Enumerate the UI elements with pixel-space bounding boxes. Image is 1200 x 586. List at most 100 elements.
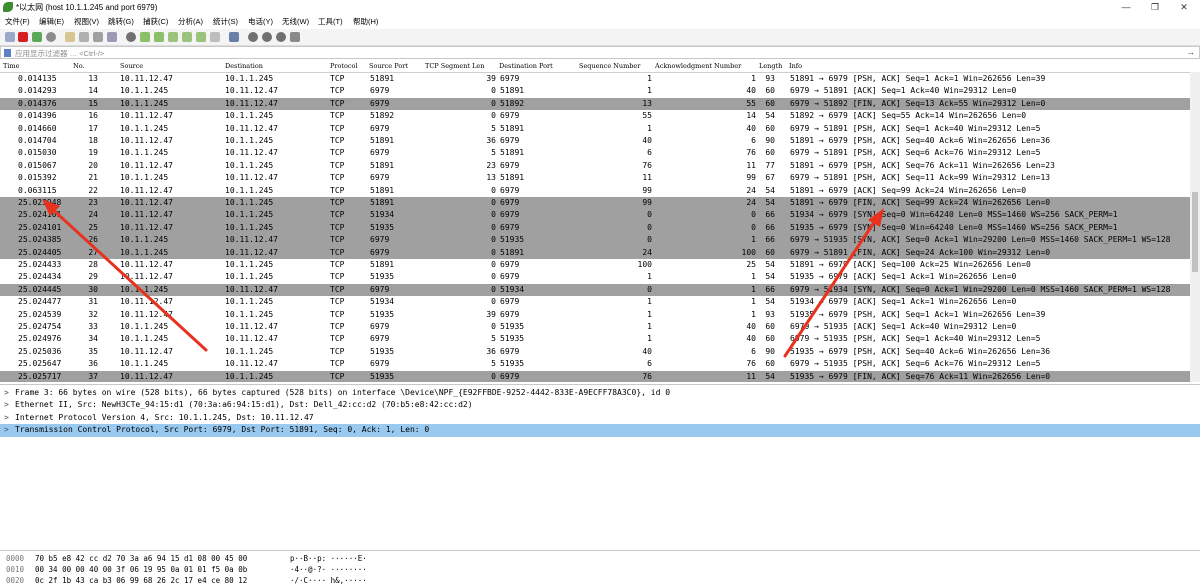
menu-analyze[interactable]: 分析(A): [178, 16, 203, 27]
expand-arrow-icon[interactable]: >: [4, 412, 9, 424]
cell-dport: 51892: [500, 98, 525, 108]
cell-ack: 40: [746, 123, 756, 133]
scrollbar-thumb[interactable]: [1192, 192, 1198, 272]
go-back-icon[interactable]: [140, 32, 150, 42]
last-packet-icon[interactable]: [196, 32, 206, 42]
close-file-icon[interactable]: [93, 32, 103, 42]
cell-ack: 55: [746, 98, 756, 108]
packet-row[interactable]: 25.024433 28 10.11.12.47 10.1.1.245 TCP 51891…: [0, 259, 1190, 272]
cell-info: 51935 → 6979 [FIN, ACK] Seq=76 Ack=11 Wi…: [790, 371, 1051, 381]
packet-row[interactable]: 25.025036 35 10.11.12.47 10.1.1.245 TCP 51935…: [0, 345, 1190, 359]
packet-row[interactable]: 0.014135 13 10.11.12.47 10.1.1.245 TCP 51891 3…: [0, 73, 1190, 86]
menu-telephony[interactable]: 电话(Y): [248, 16, 273, 27]
menu-help[interactable]: 帮助(H): [353, 16, 378, 27]
detail-ipv4[interactable]: > Internet Protocol Version 4, Src: 10.1…: [0, 412, 1200, 424]
menu-go[interactable]: 跳转(G): [108, 16, 134, 27]
expand-arrow-icon[interactable]: >: [4, 399, 9, 411]
menu-statistics[interactable]: 统计(S): [213, 16, 238, 27]
packet-row[interactable]: 25.024434 29 10.11.12.47 10.1.1.245 TCP 51935…: [0, 271, 1190, 284]
cell-dport: 6979: [500, 297, 520, 307]
zoom-out-icon[interactable]: [262, 32, 272, 42]
stop-capture-icon[interactable]: [18, 32, 28, 42]
save-file-icon[interactable]: [79, 32, 89, 42]
cell-src: 10.11.12.47: [120, 74, 173, 83]
packet-row[interactable]: 25.024405 27 10.1.1.245 10.11.12.47 TCP 6979 0…: [0, 246, 1190, 259]
col-info[interactable]: Info: [789, 62, 802, 70]
packet-row[interactable]: 0.014660 17 10.1.1.245 10.11.12.47 TCP 6979 5 5…: [0, 122, 1190, 135]
autoscroll-icon[interactable]: [210, 32, 220, 42]
menu-capture[interactable]: 捕获(C): [143, 16, 168, 27]
col-source-port[interactable]: Source Port: [369, 62, 408, 70]
col-ack-number[interactable]: Acknowledgment Number: [655, 62, 741, 70]
packet-row[interactable]: 0.015030 19 10.1.1.245 10.11.12.47 TCP 6979 5 5…: [0, 147, 1190, 160]
close-button[interactable]: ✕: [1170, 0, 1198, 14]
expand-arrow-icon[interactable]: >: [4, 387, 9, 399]
menu-view[interactable]: 视图(V): [74, 16, 99, 27]
menu-wireless[interactable]: 无线(W): [282, 16, 309, 27]
col-protocol[interactable]: Protocol: [330, 62, 358, 70]
bookmark-icon[interactable]: [4, 49, 11, 57]
apply-filter-arrow-icon[interactable]: →: [1186, 47, 1195, 57]
packet-row[interactable]: 25.024445 30 10.1.1.245 10.11.12.47 TCP 6979 0…: [0, 283, 1190, 297]
open-file-icon[interactable]: [65, 32, 75, 42]
detail-frame[interactable]: > Frame 3: 66 bytes on wire (528 bits), …: [0, 387, 1200, 399]
cell-sport: 51934: [370, 297, 395, 307]
packet-row[interactable]: 0.015067 20 10.11.12.47 10.1.1.245 TCP 51891 2…: [0, 159, 1190, 173]
packet-row[interactable]: 25.024101 24 10.11.12.47 10.1.1.245 TCP 51934…: [0, 209, 1190, 222]
cell-seglen: 0: [491, 247, 496, 257]
minimize-button[interactable]: —: [1112, 0, 1140, 14]
go-to-packet-icon[interactable]: [168, 32, 178, 42]
restart-capture-icon[interactable]: [32, 32, 42, 42]
col-tcp-segment-len[interactable]: TCP Segment Len: [425, 62, 484, 70]
cell-seq: 1: [647, 309, 652, 319]
cell-dport: 51891: [500, 247, 525, 257]
packet-bytes[interactable]: 0000 70 b5 e8 42 cc d2 70 3a a6 94 15 d1…: [0, 550, 1200, 585]
zoom-reset-icon[interactable]: [276, 32, 286, 42]
display-filter-bar[interactable]: 应用显示过滤器 … <Ctrl-/> →: [0, 46, 1200, 59]
colorize-icon[interactable]: [229, 32, 239, 42]
packet-details[interactable]: > Frame 3: 66 bytes on wire (528 bits), …: [0, 384, 1200, 543]
display-filter-input[interactable]: 应用显示过滤器 … <Ctrl-/>: [15, 48, 104, 59]
menu-edit[interactable]: 编辑(E): [39, 16, 64, 27]
packet-row[interactable]: 0.014376 15 10.1.1.245 10.11.12.47 TCP 6979 0 5…: [0, 97, 1190, 111]
first-packet-icon[interactable]: [182, 32, 192, 42]
menu-tools[interactable]: 工具(T): [318, 16, 343, 27]
detail-tcp[interactable]: > Transmission Control Protocol, Src Por…: [0, 424, 1200, 437]
packet-row[interactable]: 25.024101 25 10.11.12.47 10.1.1.245 TCP 51935…: [0, 221, 1190, 235]
zoom-in-icon[interactable]: [248, 32, 258, 42]
col-time[interactable]: Time: [3, 62, 19, 70]
col-source[interactable]: Source: [120, 62, 143, 70]
find-packet-icon[interactable]: [126, 32, 136, 42]
capture-options-icon[interactable]: [46, 32, 56, 42]
start-capture-icon[interactable]: [5, 32, 15, 42]
packet-row[interactable]: 25.025717 37 10.11.12.47 10.1.1.245 TCP 51935…: [0, 370, 1190, 382]
packet-row[interactable]: 0.014293 14 10.1.1.245 10.11.12.47 TCP 6979 0 5…: [0, 85, 1190, 98]
col-sequence-number[interactable]: Sequence Number: [579, 62, 640, 70]
detail-ethernet[interactable]: > Ethernet II, Src: NewH3CTe_94:15:d1 (7…: [0, 399, 1200, 411]
col-destination[interactable]: Destination: [225, 62, 263, 70]
menu-file[interactable]: 文件(F): [5, 16, 30, 27]
col-length[interactable]: Length: [759, 62, 782, 70]
col-destination-port[interactable]: Destination Port: [499, 62, 553, 70]
cell-no: 18: [88, 136, 98, 145]
packet-row[interactable]: 25.024385 26 10.1.1.245 10.11.12.47 TCP 6979 0…: [0, 234, 1190, 247]
packet-row[interactable]: 0.063115 22 10.11.12.47 10.1.1.245 TCP 51891 0…: [0, 184, 1190, 197]
packet-row[interactable]: 25.024976 34 10.1.1.245 10.11.12.47 TCP 6979 5…: [0, 333, 1190, 346]
packet-row[interactable]: 25.025647 36 10.1.1.245 10.11.12.47 TCP 6979 5…: [0, 358, 1190, 371]
packet-row[interactable]: 25.023948 23 10.11.12.47 10.1.1.245 TCP 51891…: [0, 197, 1190, 210]
packet-list-scrollbar[interactable]: [1190, 72, 1200, 382]
expand-arrow-icon[interactable]: >: [4, 424, 9, 436]
reload-icon[interactable]: [107, 32, 117, 42]
packet-row[interactable]: 0.015392 21 10.1.1.245 10.11.12.47 TCP 6979 13…: [0, 172, 1190, 185]
cell-ack: 25: [746, 260, 756, 269]
packet-list[interactable]: Time No. Source Destination Protocol Sou…: [0, 60, 1200, 382]
resize-columns-icon[interactable]: [290, 32, 300, 42]
packet-row[interactable]: 25.024477 31 10.11.12.47 10.1.1.245 TCP 51934…: [0, 296, 1190, 309]
packet-row[interactable]: 0.014396 16 10.11.12.47 10.1.1.245 TCP 51892 0…: [0, 110, 1190, 123]
maximize-button[interactable]: ❐: [1141, 0, 1169, 14]
packet-row[interactable]: 25.024754 33 10.1.1.245 10.11.12.47 TCP 6979 0…: [0, 321, 1190, 334]
col-no[interactable]: No.: [73, 62, 85, 70]
go-forward-icon[interactable]: [154, 32, 164, 42]
packet-row[interactable]: 0.014704 18 10.11.12.47 10.1.1.245 TCP 51891 3…: [0, 135, 1190, 148]
packet-row[interactable]: 25.024539 32 10.11.12.47 10.1.1.245 TCP 51935…: [0, 308, 1190, 321]
